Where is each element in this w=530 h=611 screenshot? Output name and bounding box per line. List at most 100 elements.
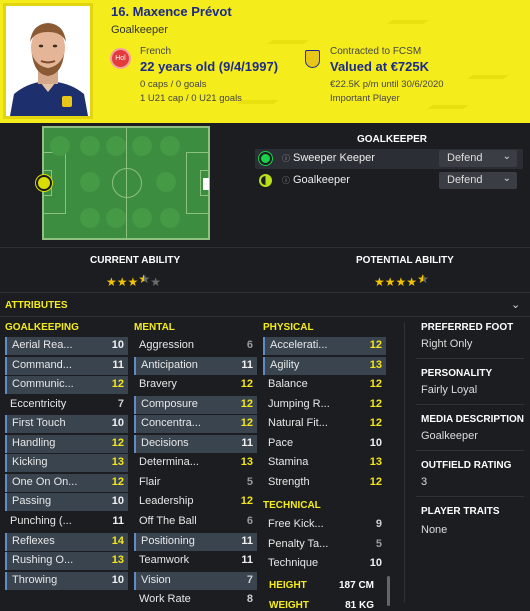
attribute-value: 13 bbox=[369, 358, 382, 371]
position-pitch[interactable] bbox=[42, 126, 210, 240]
role-row-goalkeeper[interactable]: ⓘ Goalkeeper Defend ⌄ bbox=[255, 171, 523, 191]
attribute-row[interactable]: Free Kick... 9 bbox=[263, 516, 386, 534]
attribute-row[interactable]: Jumping R... 12 bbox=[263, 396, 386, 414]
scrollbar[interactable] bbox=[387, 576, 390, 606]
attribute-row[interactable]: Balance 12 bbox=[263, 376, 386, 394]
attribute-row[interactable]: Kicking 13 bbox=[5, 454, 128, 473]
attribute-row[interactable]: Work Rate 8 bbox=[134, 591, 257, 609]
attribute-row[interactable]: Accelerati... 12 bbox=[263, 337, 386, 355]
attribute-row[interactable]: Teamwork 11 bbox=[134, 552, 257, 570]
attribute-row[interactable]: Eccentricity 7 bbox=[5, 396, 128, 414]
mental-header: MENTAL bbox=[134, 322, 175, 333]
attribute-label: Passing bbox=[12, 495, 52, 508]
attribute-value: 10 bbox=[369, 557, 382, 570]
attribute-label: Penalty Ta... bbox=[268, 537, 329, 550]
attribute-row[interactable]: Leadership 12 bbox=[134, 493, 257, 511]
role-label: Goalkeeper bbox=[293, 174, 350, 186]
star-icon: ★ bbox=[116, 275, 128, 289]
role-row-sweeper-keeper[interactable]: ⓘ Sweeper Keeper Defend ⌄ bbox=[255, 149, 523, 169]
attribute-value: 12 bbox=[240, 495, 253, 508]
duty-value: Defend bbox=[447, 152, 483, 164]
goalkeeping-header: GOALKEEPING bbox=[5, 322, 79, 333]
player-traits-label: PLAYER TRAITS bbox=[421, 506, 500, 517]
attribute-row[interactable]: Composure 12 bbox=[134, 395, 257, 414]
attribute-row[interactable]: First Touch 10 bbox=[5, 415, 128, 434]
attribute-row[interactable]: Penalty Ta... 5 bbox=[263, 536, 386, 554]
role-suitability-icon bbox=[259, 152, 272, 165]
attribute-label: Agility bbox=[270, 358, 300, 371]
attribute-value: 7 bbox=[117, 397, 124, 410]
technical-header: TECHNICAL bbox=[263, 500, 321, 511]
goalkeeper-position-marker[interactable] bbox=[36, 175, 52, 191]
attribute-row[interactable]: Rushing O... 13 bbox=[5, 552, 128, 571]
divider bbox=[0, 292, 530, 293]
attribute-row[interactable]: Positioning 11 bbox=[134, 532, 257, 551]
attribute-row[interactable]: Decisions 11 bbox=[134, 434, 257, 453]
attributes-title: ATTRIBUTES bbox=[5, 300, 68, 311]
attribute-label: Teamwork bbox=[139, 554, 190, 567]
media-description-label: MEDIA DESCRIPTION bbox=[421, 414, 524, 425]
attribute-label: Punching (... bbox=[10, 514, 72, 527]
attribute-row[interactable]: Punching (... 11 bbox=[5, 513, 128, 531]
divider bbox=[416, 358, 524, 359]
attribute-row[interactable]: Off The Ball 6 bbox=[134, 513, 257, 531]
chevron-down-icon: ⌄ bbox=[502, 151, 511, 162]
attribute-row[interactable]: Reflexes 14 bbox=[5, 532, 128, 551]
star-icon: ★ bbox=[150, 275, 162, 289]
attribute-value: 10 bbox=[111, 495, 124, 508]
info-icon[interactable]: ⓘ bbox=[282, 153, 290, 164]
attribute-row[interactable]: One On On... 12 bbox=[5, 473, 128, 492]
attribute-row[interactable]: Flair 5 bbox=[134, 474, 257, 492]
attribute-row[interactable]: Vision 7 bbox=[134, 571, 257, 590]
attribute-label: Natural Fit... bbox=[268, 417, 328, 430]
attribute-value: 12 bbox=[240, 378, 253, 391]
attribute-value: 10 bbox=[111, 417, 124, 430]
attribute-value: 7 bbox=[246, 573, 253, 586]
attribute-row[interactable]: Strength 12 bbox=[263, 474, 386, 492]
attribute-row[interactable]: Aerial Rea... 10 bbox=[5, 337, 128, 355]
attribute-row[interactable]: Stamina 13 bbox=[263, 454, 386, 472]
player-wage: €22.5K p/m until 30/6/2020 bbox=[330, 79, 444, 90]
physical-header: PHYSICAL bbox=[263, 322, 314, 333]
star-icon: ★★ bbox=[138, 272, 151, 286]
attribute-value: 5 bbox=[375, 537, 382, 550]
attribute-value: 6 bbox=[246, 339, 253, 351]
attribute-row[interactable]: Communic... 12 bbox=[5, 376, 128, 395]
personality-value: Fairly Loyal bbox=[421, 384, 478, 396]
attribute-row[interactable]: Handling 12 bbox=[5, 434, 128, 453]
outfield-rating-label: OUTFIELD RATING bbox=[421, 460, 512, 471]
attribute-row[interactable]: Bravery 12 bbox=[134, 376, 257, 394]
attribute-row[interactable]: Technique 10 bbox=[263, 555, 386, 573]
personality-label: PERSONALITY bbox=[421, 368, 493, 379]
attribute-row[interactable]: Aggression 6 bbox=[134, 337, 257, 355]
attribute-row[interactable]: Command... 11 bbox=[5, 356, 128, 375]
attribute-row[interactable]: Anticipation 11 bbox=[134, 356, 257, 375]
potential-ability-label: POTENTIAL ABILITY bbox=[356, 255, 454, 266]
attribute-value: 11 bbox=[241, 436, 253, 449]
attribute-row[interactable]: Passing 10 bbox=[5, 493, 128, 512]
current-ability-label: CURRENT ABILITY bbox=[90, 255, 181, 266]
attribute-label: Composure bbox=[141, 397, 198, 410]
attribute-value: 13 bbox=[111, 456, 124, 469]
duty-dropdown[interactable]: Defend ⌄ bbox=[439, 150, 517, 167]
attribute-row[interactable]: Pace 10 bbox=[263, 435, 386, 453]
attribute-row[interactable]: Concentra... 12 bbox=[134, 415, 257, 434]
attribute-value: 5 bbox=[246, 475, 253, 488]
info-icon[interactable]: ⓘ bbox=[282, 175, 290, 186]
attribute-value: 11 bbox=[241, 534, 253, 547]
attribute-row[interactable]: Throwing 10 bbox=[5, 571, 128, 590]
attribute-value: 11 bbox=[241, 358, 253, 371]
height-value: 187 CM bbox=[338, 580, 374, 591]
divider bbox=[416, 496, 524, 497]
attribute-label: Aerial Rea... bbox=[12, 339, 73, 351]
chevron-down-icon[interactable]: ⌄ bbox=[511, 298, 520, 311]
weight-label: WEIGHT bbox=[269, 600, 309, 611]
attribute-label: Concentra... bbox=[141, 417, 201, 430]
attribute-row[interactable]: Determina... 13 bbox=[134, 454, 257, 472]
attribute-row[interactable]: Agility 13 bbox=[263, 356, 386, 375]
duty-dropdown[interactable]: Defend ⌄ bbox=[439, 172, 517, 189]
club-crest-icon[interactable] bbox=[305, 50, 320, 68]
player-value: Valued at €725K bbox=[330, 59, 429, 74]
attribute-row[interactable]: Natural Fit... 12 bbox=[263, 415, 386, 433]
attribute-value: 12 bbox=[111, 475, 124, 488]
